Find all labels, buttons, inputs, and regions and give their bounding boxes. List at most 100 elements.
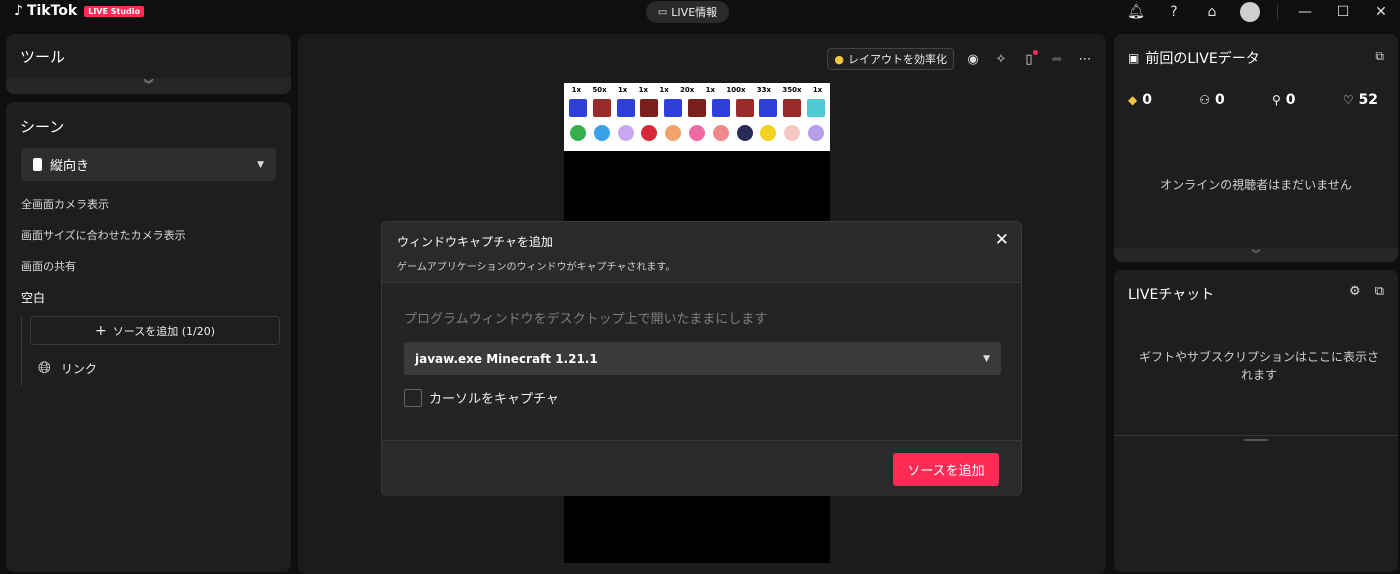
- likes-value: 52: [1358, 92, 1378, 108]
- viewers-icon: ⚇: [1199, 93, 1210, 107]
- gift-icon: [688, 125, 705, 141]
- gift-goal-overlay: 1x 50x 1x 1x 1x 20x 1x 100x 33x 350x 1x: [564, 83, 830, 151]
- close-window-button[interactable]: ✕: [1362, 4, 1400, 20]
- close-icon[interactable]: ✕: [995, 230, 1009, 250]
- gift-icon: [736, 125, 753, 141]
- diamond-icon: ◆: [1128, 93, 1138, 107]
- home-icon[interactable]: ⌂: [1193, 4, 1231, 20]
- scene-item-fullscreen-camera[interactable]: 全画面カメラ表示: [21, 196, 109, 212]
- scenes-title: シーン: [20, 118, 65, 136]
- scene-select-value: 縦向き: [50, 159, 90, 174]
- block-icon: [592, 99, 611, 117]
- popout-icon[interactable]: ⧉: [1375, 49, 1384, 64]
- heart-icon: ♡: [1342, 93, 1354, 107]
- gift-icon: [712, 125, 729, 141]
- scene-item-screen-share[interactable]: 画面の共有: [21, 258, 76, 274]
- add-follower-icon: ⚲: [1271, 93, 1281, 107]
- avatar[interactable]: [1231, 2, 1269, 22]
- diamonds-stat: ◆ 0: [1128, 92, 1152, 108]
- dialog-subtitle: ゲームアプリケーションのウィンドウがキャプチャされます。: [397, 262, 676, 273]
- gift-icon: [784, 125, 801, 141]
- tools-title: ツール: [20, 48, 66, 66]
- tiktok-logo: ♪ TikTok LIVE Studio: [14, 3, 144, 19]
- scenes-panel: シーン 縦向き ▼ 全画面カメラ表示 画面サイズに合わせたカメラ表示 画面の共有…: [6, 102, 291, 572]
- help-icon[interactable]: ?: [1155, 4, 1193, 20]
- mobile-icon[interactable]: ▯: [1020, 49, 1038, 67]
- phone-icon: [33, 158, 42, 171]
- scene-item-blank[interactable]: 空白: [21, 289, 45, 306]
- multiplier-label: 350x: [782, 86, 802, 94]
- followers-stat: ⚲ 0: [1272, 92, 1296, 108]
- chevron-down-icon: ▼: [983, 353, 990, 364]
- capture-cursor-option[interactable]: カーソルをキャプチャ: [404, 388, 559, 407]
- share-icon[interactable]: ➦: [1048, 52, 1066, 67]
- chart-icon: ▣: [1128, 51, 1140, 65]
- chat-divider: [1114, 435, 1398, 436]
- scene-item-fit-camera[interactable]: 画面サイズに合わせたカメラ表示: [21, 227, 186, 243]
- multiplier-label: 100x: [726, 86, 746, 94]
- chevron-down-icon: ▼: [257, 159, 264, 170]
- multiplier-label: 1x: [659, 86, 669, 94]
- record-icon[interactable]: ◉: [964, 52, 982, 67]
- bell-icon[interactable]: 🔔︎: [1117, 4, 1155, 20]
- maximize-button[interactable]: ☐: [1324, 4, 1362, 20]
- block-icon: [687, 99, 706, 117]
- capture-cursor-label: カーソルをキャプチャ: [429, 392, 559, 407]
- preview-toolbar: ● レイアウトを効率化 ◉ ✧ ▯ ➦ ⋯: [827, 48, 1094, 70]
- more-icon[interactable]: ⋯: [1076, 52, 1094, 67]
- expand-chevron-icon[interactable]: ︾: [6, 78, 291, 94]
- multiplier-label: 20x: [680, 86, 695, 94]
- plus-icon: +: [95, 322, 107, 339]
- capture-cursor-checkbox[interactable]: [404, 388, 422, 407]
- source-item-link[interactable]: 🌐︎ リンク: [38, 358, 97, 378]
- block-icon: [568, 99, 587, 117]
- logo-text: TikTok: [26, 3, 78, 19]
- block-icon: [711, 99, 730, 117]
- likes-stat: ♡ 52: [1343, 92, 1378, 108]
- live-info-button[interactable]: ▭ LIVE情報: [646, 1, 729, 23]
- gift-icon: [617, 125, 634, 141]
- optimize-layout-button[interactable]: ● レイアウトを効率化: [827, 48, 954, 70]
- minimize-button[interactable]: —: [1286, 4, 1324, 20]
- gift-icon: [665, 125, 682, 141]
- tools-panel: ツール ︾: [6, 34, 291, 94]
- chat-empty-message: ギフトやサブスクリプションはここに表示されます: [1138, 350, 1379, 382]
- add-source-label: ソースを追加 (1/20): [112, 324, 215, 338]
- viewers-value: 0: [1214, 92, 1225, 108]
- expand-chevron-icon[interactable]: ︾: [1114, 248, 1398, 262]
- block-icon: [616, 99, 635, 117]
- add-source-button[interactable]: + ソースを追加 (1/20): [30, 316, 280, 345]
- multiplier-label: 1x: [705, 86, 716, 94]
- multiplier-label: 1x: [571, 86, 582, 94]
- window-capture-dialog: ウィンドウキャプチャを追加 ゲームアプリケーションのウィンドウがキャプチャされま…: [381, 221, 1022, 496]
- gift-icon: [808, 125, 825, 141]
- divider: [1277, 4, 1278, 20]
- optimize-layout-label: レイアウトを効率化: [848, 53, 947, 66]
- dialog-title: ウィンドウキャプチャを追加: [397, 235, 553, 249]
- settings-icon[interactable]: ⚙: [1349, 284, 1361, 299]
- scene-orientation-select[interactable]: 縦向き ▼: [21, 148, 276, 181]
- source-link-label: リンク: [60, 361, 97, 376]
- live-info-label: LIVE情報: [671, 6, 718, 19]
- resize-handle[interactable]: [1244, 439, 1268, 441]
- sparkle-icon[interactable]: ✧: [992, 52, 1010, 67]
- block-icon: [640, 99, 659, 117]
- globe-icon: 🌐︎: [38, 358, 51, 377]
- no-viewers-message: オンラインの視聴者はまだいません: [1160, 178, 1352, 192]
- window-select[interactable]: javaw.exe Minecraft 1.21.1 ▼: [404, 342, 1001, 375]
- followers-value: 0: [1285, 92, 1296, 108]
- multiplier-label: 1x: [638, 86, 649, 94]
- popout-icon[interactable]: ⧉: [1375, 284, 1384, 299]
- multiplier-label: 1x: [617, 86, 628, 94]
- source-tree: + ソースを追加 (1/20) 🌐︎ リンク: [21, 316, 280, 386]
- add-source-submit-button[interactable]: ソースを追加: [893, 453, 999, 486]
- window-select-value: javaw.exe Minecraft 1.21.1: [415, 351, 598, 366]
- block-icon: [664, 99, 683, 117]
- block-icon: [783, 99, 802, 117]
- live-stats: ◆ 0 ⚇ 0 ⚲ 0 ♡ 52: [1128, 92, 1378, 108]
- live-chat-title: LIVEチャット: [1128, 287, 1215, 303]
- live-studio-badge: LIVE Studio: [84, 5, 144, 17]
- block-icon: [807, 99, 826, 117]
- multiplier-label: 50x: [592, 86, 607, 94]
- previous-live-title: ▣ 前回のLIVEデータ: [1128, 48, 1260, 68]
